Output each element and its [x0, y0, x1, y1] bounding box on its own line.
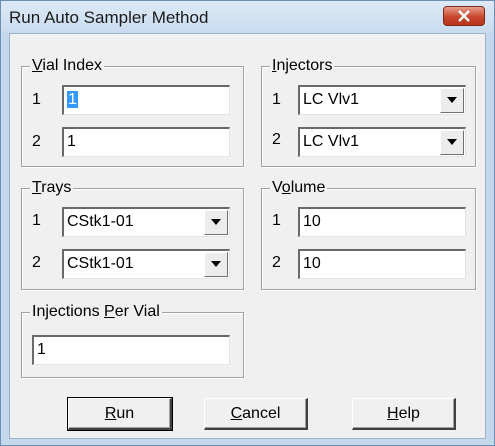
close-button[interactable] — [443, 6, 485, 26]
tray-1-select[interactable]: CStk1-01 — [62, 207, 230, 237]
vial-index-1-input[interactable]: 1 — [62, 85, 230, 115]
chevron-down-icon — [447, 139, 457, 145]
help-button[interactable]: Help — [352, 398, 456, 430]
trays-legend: Trays — [30, 179, 74, 197]
chevron-down-icon — [211, 261, 221, 267]
trays-group: Trays 1 CStk1-01 2 CStk1-01 — [21, 179, 244, 290]
injectors-legend: Injectors — [270, 57, 335, 75]
dialog-body: Vial Index 1 1 2 1 Injectors 1 LC Vlv1 2… — [9, 33, 486, 439]
run-button[interactable]: Run — [67, 397, 173, 431]
vial-index-row-1-label: 1 — [32, 91, 41, 108]
chevron-down-icon — [211, 219, 221, 225]
injector-2-select[interactable]: LC Vlv1 — [298, 127, 466, 157]
vial-index-legend: Vial Index — [30, 57, 104, 75]
injector-2-value: LC Vlv1 — [303, 133, 360, 150]
injector-1-dropdown-button[interactable] — [440, 88, 464, 113]
injector-1-select[interactable]: LC Vlv1 — [298, 85, 466, 115]
injector-2-dropdown-button[interactable] — [440, 130, 464, 155]
tray-1-value: CStk1-01 — [67, 213, 134, 230]
injectors-row-1-label: 1 — [272, 91, 281, 108]
close-x-icon — [458, 10, 470, 22]
tray-1-dropdown-button[interactable] — [204, 210, 228, 235]
volume-group: Volume 1 10 2 10 — [261, 179, 476, 290]
injections-per-vial-input[interactable]: 1 — [32, 335, 230, 365]
vial-index-group: Vial Index 1 1 2 1 — [21, 57, 244, 167]
dialog-window: Run Auto Sampler Method Vial Index 1 1 2… — [0, 0, 495, 446]
volume-1-input[interactable]: 10 — [298, 207, 466, 237]
volume-2-input[interactable]: 10 — [298, 249, 466, 279]
injectors-row-2-label: 2 — [272, 131, 281, 148]
tray-2-select[interactable]: CStk1-01 — [62, 249, 230, 279]
injector-1-value: LC Vlv1 — [303, 91, 360, 108]
volume-legend: Volume — [270, 179, 328, 197]
vial-index-row-2-label: 2 — [32, 133, 41, 150]
title-bar[interactable]: Run Auto Sampler Method — [1, 1, 494, 33]
chevron-down-icon — [447, 97, 457, 103]
tray-2-dropdown-button[interactable] — [204, 252, 228, 277]
injectors-group: Injectors 1 LC Vlv1 2 LC Vlv1 — [261, 57, 476, 167]
volume-row-1-label: 1 — [272, 212, 281, 229]
window-title: Run Auto Sampler Method — [9, 8, 209, 27]
tray-2-value: CStk1-01 — [67, 255, 134, 272]
injections-per-vial-group: Injections Per Vial 1 — [21, 303, 244, 378]
vial-index-2-input[interactable]: 1 — [62, 127, 230, 157]
injections-per-vial-legend: Injections Per Vial — [30, 303, 162, 321]
trays-row-2-label: 2 — [32, 254, 41, 271]
volume-row-2-label: 2 — [272, 254, 281, 271]
cancel-button[interactable]: Cancel — [204, 398, 308, 430]
trays-row-1-label: 1 — [32, 212, 41, 229]
